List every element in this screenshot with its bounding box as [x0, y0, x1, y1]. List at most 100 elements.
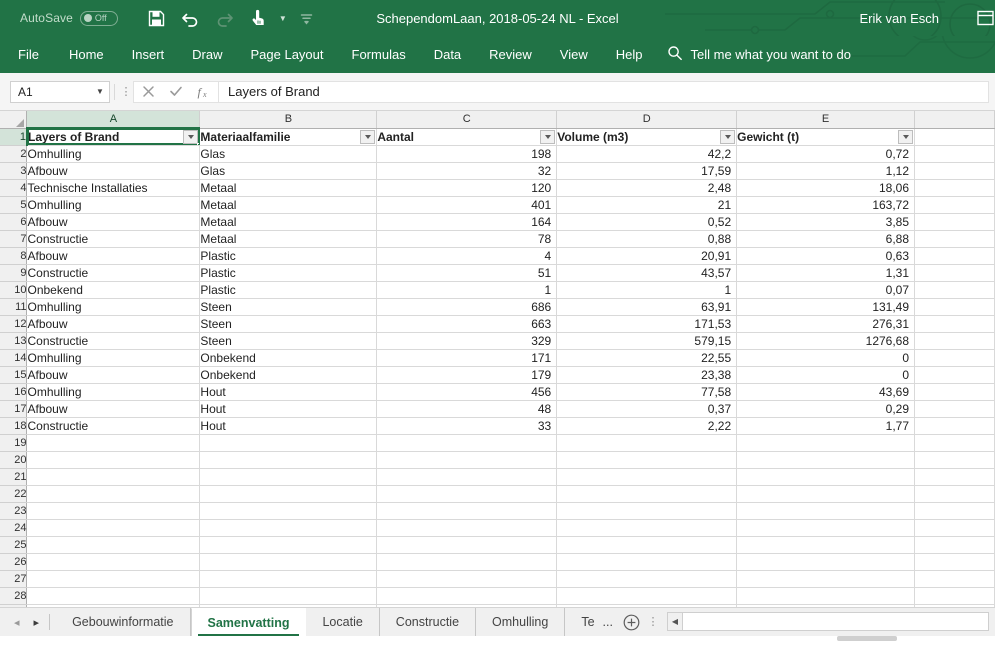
sheet-tab-locatie[interactable]: Locatie — [306, 608, 380, 636]
cell-c29[interactable] — [376, 604, 558, 607]
row-header-23[interactable]: 23 — [0, 502, 28, 520]
filter-dropdown-d[interactable] — [720, 129, 736, 144]
cell-e23[interactable] — [736, 502, 916, 520]
undo-icon[interactable] — [174, 3, 208, 33]
horizontal-scrollbar[interactable]: ◀ — [666, 612, 989, 631]
touch-mode-chevron-down-icon[interactable]: ▼ — [276, 3, 290, 33]
cell-e1[interactable]: Gewicht (t) — [736, 128, 916, 146]
cell-a17[interactable]: Afbouw — [26, 400, 201, 418]
cell-a15[interactable]: Afbouw — [26, 366, 201, 384]
cell-f25[interactable] — [914, 536, 995, 554]
ribbon-tab-page-layout[interactable]: Page Layout — [237, 36, 338, 73]
cell-d13[interactable]: 579,15 — [556, 332, 738, 350]
column-header-d[interactable]: D — [556, 111, 738, 129]
cell-a25[interactable] — [26, 536, 201, 554]
cell-b24[interactable] — [199, 519, 378, 537]
cell-c26[interactable] — [376, 553, 558, 571]
cell-c7[interactable]: 78 — [376, 230, 558, 248]
cell-e14[interactable]: 0 — [736, 349, 916, 367]
cell-d14[interactable]: 22,55 — [556, 349, 738, 367]
ribbon-tab-home[interactable]: Home — [55, 36, 118, 73]
cell-b14[interactable]: Onbekend — [199, 349, 378, 367]
row-header-24[interactable]: 24 — [0, 519, 28, 537]
cell-f11[interactable] — [914, 298, 995, 316]
row-header-25[interactable]: 25 — [0, 536, 28, 554]
cell-e9[interactable]: 1,31 — [736, 264, 916, 282]
cell-d27[interactable] — [556, 570, 738, 588]
cell-f21[interactable] — [914, 468, 995, 486]
cell-d11[interactable]: 63,91 — [556, 298, 738, 316]
cell-e10[interactable]: 0,07 — [736, 281, 916, 299]
cell-c19[interactable] — [376, 434, 558, 452]
row-header-15[interactable]: 15 — [0, 366, 28, 384]
ribbon-tab-file[interactable]: File — [0, 36, 55, 73]
cell-f7[interactable] — [914, 230, 995, 248]
cell-e11[interactable]: 131,49 — [736, 298, 916, 316]
cell-d7[interactable]: 0,88 — [556, 230, 738, 248]
cell-b25[interactable] — [199, 536, 378, 554]
cell-e3[interactable]: 1,12 — [736, 162, 916, 180]
cell-f27[interactable] — [914, 570, 995, 588]
cell-e6[interactable]: 3,85 — [736, 213, 916, 231]
cell-a12[interactable]: Afbouw — [26, 315, 201, 333]
tell-me-search[interactable]: Tell me what you want to do — [667, 45, 851, 64]
cell-f17[interactable] — [914, 400, 995, 418]
cell-e28[interactable] — [736, 587, 916, 605]
cell-a23[interactable] — [26, 502, 201, 520]
row-header-3[interactable]: 3 — [0, 162, 28, 180]
cell-d29[interactable] — [556, 604, 738, 607]
save-icon[interactable] — [140, 3, 174, 33]
cell-c27[interactable] — [376, 570, 558, 588]
cell-f19[interactable] — [914, 434, 995, 452]
cell-b13[interactable]: Steen — [199, 332, 378, 350]
redo-icon[interactable] — [208, 3, 242, 33]
cell-f13[interactable] — [914, 332, 995, 350]
cell-b17[interactable]: Hout — [199, 400, 378, 418]
cell-d22[interactable] — [556, 485, 738, 503]
cell-c11[interactable]: 686 — [376, 298, 558, 316]
cell-a24[interactable] — [26, 519, 201, 537]
column-header-e[interactable]: E — [736, 111, 916, 129]
cell-c16[interactable]: 456 — [376, 383, 558, 401]
column-header-a[interactable]: A — [26, 111, 201, 129]
cell-c22[interactable] — [376, 485, 558, 503]
cell-f4[interactable] — [914, 179, 995, 197]
ribbon-tab-data[interactable]: Data — [420, 36, 475, 73]
row-header-5[interactable]: 5 — [0, 196, 28, 214]
cell-e2[interactable]: 0,72 — [736, 145, 916, 163]
cell-b3[interactable]: Glas — [199, 162, 378, 180]
cell-a3[interactable]: Afbouw — [26, 162, 201, 180]
cell-f8[interactable] — [914, 247, 995, 265]
cell-e13[interactable]: 1276,68 — [736, 332, 916, 350]
row-header-8[interactable]: 8 — [0, 247, 28, 265]
resize-grip[interactable] — [837, 636, 897, 641]
cell-f1[interactable] — [914, 128, 995, 146]
cell-d15[interactable]: 23,38 — [556, 366, 738, 384]
cell-d5[interactable]: 21 — [556, 196, 738, 214]
cell-f6[interactable] — [914, 213, 995, 231]
ribbon-tab-view[interactable]: View — [546, 36, 602, 73]
row-header-19[interactable]: 19 — [0, 434, 28, 452]
row-header-2[interactable]: 2 — [0, 145, 28, 163]
row-header-1[interactable]: 1 — [0, 128, 28, 146]
cell-d6[interactable]: 0,52 — [556, 213, 738, 231]
cell-e12[interactable]: 276,31 — [736, 315, 916, 333]
cell-e7[interactable]: 6,88 — [736, 230, 916, 248]
cell-d25[interactable] — [556, 536, 738, 554]
cell-a19[interactable] — [26, 434, 201, 452]
cell-b11[interactable]: Steen — [199, 298, 378, 316]
cell-a21[interactable] — [26, 468, 201, 486]
ribbon-tab-draw[interactable]: Draw — [178, 36, 236, 73]
cell-b4[interactable]: Metaal — [199, 179, 378, 197]
cell-a26[interactable] — [26, 553, 201, 571]
row-header-20[interactable]: 20 — [0, 451, 28, 469]
sheet-tab-omhulling[interactable]: Omhulling — [476, 608, 566, 636]
cell-f29[interactable] — [914, 604, 995, 607]
cell-d4[interactable]: 2,48 — [556, 179, 738, 197]
cell-c23[interactable] — [376, 502, 558, 520]
enter-icon[interactable] — [162, 82, 190, 102]
cell-c12[interactable]: 663 — [376, 315, 558, 333]
cell-a5[interactable]: Omhulling — [26, 196, 201, 214]
cell-a7[interactable]: Constructie — [26, 230, 201, 248]
cell-f5[interactable] — [914, 196, 995, 214]
